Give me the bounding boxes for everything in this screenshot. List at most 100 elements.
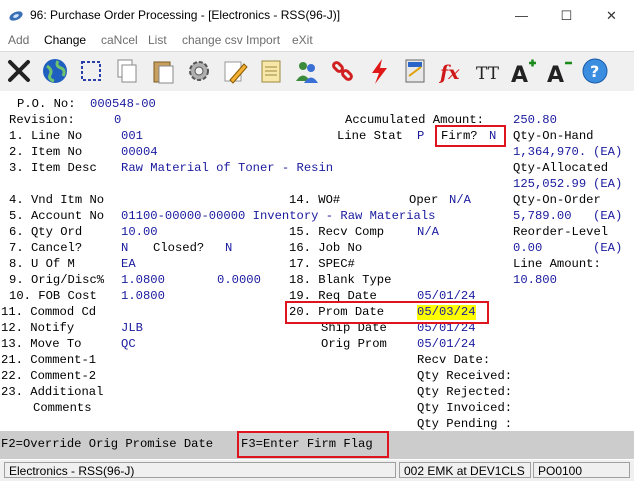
lightning-icon[interactable]: [362, 54, 396, 88]
increase-font-icon[interactable]: A: [506, 54, 540, 88]
vendor-item-no-label: 4. Vnd Itm No: [9, 193, 105, 207]
po-no-label: P.O. No:: [17, 97, 76, 111]
function-icon[interactable]: fx: [434, 54, 468, 88]
title-bar: 96: Purchase Order Processing - [Electro…: [0, 0, 634, 31]
close-x-icon[interactable]: [2, 54, 36, 88]
menu-cancel[interactable]: caNcel: [101, 33, 138, 47]
qty-allocated-label: Qty-Allocated: [513, 161, 609, 175]
recv-date-label: Recv Date:: [417, 353, 491, 367]
qty-ord-value[interactable]: 10.00: [121, 225, 158, 240]
orig-prom-value: 05/01/24: [417, 337, 476, 351]
notify-value[interactable]: JLB: [121, 321, 143, 336]
decrease-font-icon[interactable]: A: [542, 54, 576, 88]
line-amount-value: 10.800: [513, 273, 557, 287]
program-status: PO0100: [533, 462, 630, 478]
reorder-level-unit: (EA): [593, 241, 623, 255]
item-desc-label: 3. Item Desc: [9, 161, 97, 175]
account-no-value[interactable]: 01100-00000-00000 Inventory - Raw Materi…: [121, 209, 436, 224]
item-no-value[interactable]: 00004: [121, 145, 158, 160]
qty-on-order-label: Qty-On-Order: [513, 193, 601, 207]
prom-date-highlight-box: [285, 301, 489, 324]
oper-label: Oper: [409, 193, 439, 207]
reorder-level-label: Reorder-Level: [513, 225, 609, 239]
svg-text:fx: fx: [438, 62, 460, 84]
revision-label: Revision:: [9, 113, 75, 127]
minimize-button[interactable]: —: [499, 0, 544, 31]
link-icon[interactable]: [326, 54, 360, 88]
qty-on-order-value: 5,789.00: [513, 209, 572, 223]
reorder-level-value: 0.00: [513, 241, 543, 255]
close-button[interactable]: ✕: [589, 0, 634, 31]
notify-label: 12. Notify: [1, 321, 75, 335]
help-icon[interactable]: ?: [578, 54, 612, 88]
line-stat-label: Line Stat: [337, 129, 403, 143]
font-size-icon[interactable]: TT: [470, 54, 504, 88]
accumulated-amount-value: 250.80: [513, 113, 557, 127]
po-line-form: P.O. No: 000548-00 Revision: 0 Accumulat…: [0, 91, 634, 431]
comments-label: Comments: [33, 401, 92, 415]
revision-value: 0: [114, 113, 122, 127]
company-status: Electronics - RSS(96-J): [4, 462, 396, 478]
select-rectangle-icon[interactable]: [74, 54, 108, 88]
function-key-bar: F2=Override Orig Promise Date F3=Enter F…: [0, 431, 634, 459]
line-no-value[interactable]: 001: [121, 129, 143, 144]
fob-cost-label: 10. FOB Cost: [9, 289, 97, 303]
edit-pencil-icon[interactable]: [218, 54, 252, 88]
cancel-value[interactable]: N: [121, 241, 128, 256]
status-bar: Electronics - RSS(96-J) 002 EMK at DEV1C…: [0, 460, 634, 481]
po-no-value: 000548-00: [90, 97, 156, 111]
recv-comp-label: 15. Recv Comp: [289, 225, 385, 239]
copy-icon[interactable]: [110, 54, 144, 88]
orig-prom-label: Orig Prom: [321, 337, 387, 351]
cancel-label: 7. Cancel?: [9, 241, 83, 255]
closed-label: Closed?: [153, 241, 205, 255]
maximize-button[interactable]: ☐: [544, 0, 589, 31]
fob-cost-value[interactable]: 1.0800: [121, 289, 165, 304]
item-desc-value[interactable]: Raw Material of Toner - Resin: [121, 161, 333, 176]
orig-disc-label: 9. Orig/Disc%: [9, 273, 105, 287]
blank-type-label: 18. Blank Type: [289, 273, 392, 287]
account-no-label: 5. Account No: [9, 209, 105, 223]
settings-icon[interactable]: [182, 54, 216, 88]
firm-flag-highlight-box: [435, 125, 506, 147]
globe-icon[interactable]: [38, 54, 72, 88]
qty-on-hand-label: Qty-On-Hand: [513, 129, 594, 143]
menu-add[interactable]: Add: [8, 33, 29, 47]
qty-allocated-unit: (EA): [593, 177, 623, 191]
orig-price-value[interactable]: 1.0800: [121, 273, 165, 288]
paste-icon[interactable]: [146, 54, 180, 88]
recv-comp-value: N/A: [417, 225, 439, 239]
calculator-icon[interactable]: [398, 54, 432, 88]
oper-value: N/A: [449, 193, 471, 207]
uom-value[interactable]: EA: [121, 257, 136, 272]
job-no-label: 16. Job No: [289, 241, 363, 255]
svg-text:A: A: [547, 63, 564, 88]
item-no-label: 2. Item No: [9, 145, 83, 159]
user-status: 002 EMK at DEV1CLS: [399, 462, 531, 478]
qty-received-label: Qty Received:: [417, 369, 513, 383]
line-stat-value: P: [417, 129, 425, 143]
svg-text:A: A: [511, 63, 528, 88]
move-to-value[interactable]: QC: [121, 337, 136, 352]
qty-ord-label: 6. Qty Ord: [9, 225, 83, 239]
f3-highlight-box: [237, 431, 389, 458]
qty-invoiced-label: Qty Invoiced:: [417, 401, 513, 415]
qty-rejected-label: Qty Rejected:: [417, 385, 513, 399]
menu-exit[interactable]: eXit: [292, 33, 313, 47]
menu-list[interactable]: List: [148, 33, 167, 47]
svg-text:?: ?: [590, 62, 599, 81]
qty-on-hand-value: 1,364,970.: [513, 145, 587, 159]
notes-icon[interactable]: [254, 54, 288, 88]
discount-value[interactable]: 0.0000: [217, 273, 261, 288]
qty-on-hand-unit: (EA): [593, 145, 623, 159]
menu-change[interactable]: Change: [44, 33, 86, 47]
users-icon[interactable]: [290, 54, 324, 88]
line-no-label: 1. Line No: [9, 129, 83, 143]
uom-label: 8. U Of M: [9, 257, 75, 271]
f2-override-orig-promise-date[interactable]: F2=Override Orig Promise Date: [1, 437, 213, 452]
line-amount-label: Line Amount:: [513, 257, 601, 271]
svg-text:TT: TT: [476, 64, 500, 84]
toolbar: fx TT A A ?: [0, 51, 634, 92]
comment-1-label: 21. Comment-1: [1, 353, 97, 367]
menu-change-csv-import[interactable]: change csv Import: [182, 33, 280, 47]
